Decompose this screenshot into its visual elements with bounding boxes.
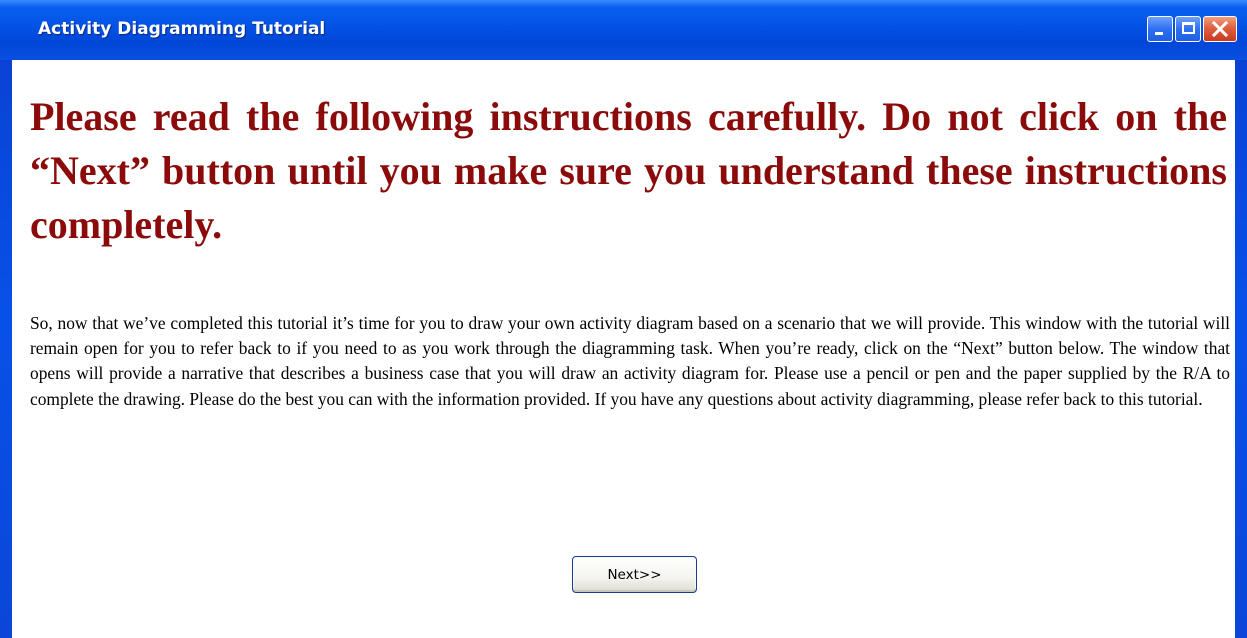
close-icon	[1211, 20, 1229, 38]
title-bar[interactable]: Activity Diagramming Tutorial	[0, 0, 1247, 60]
minimize-button[interactable]	[1147, 16, 1173, 42]
window-content: Please read the following instructions c…	[12, 60, 1235, 638]
close-button[interactable]	[1203, 16, 1237, 42]
maximize-button[interactable]	[1175, 16, 1201, 42]
window-title: Activity Diagramming Tutorial	[38, 19, 326, 39]
maximize-icon	[1182, 22, 1195, 34]
instructions-heading: Please read the following instructions c…	[30, 94, 1227, 247]
tutorial-window: Activity Diagramming Tutorial Please rea…	[0, 0, 1247, 638]
next-button[interactable]: Next>>	[572, 556, 697, 593]
minimize-icon	[1155, 32, 1163, 35]
instructions-body: So, now that we’ve completed this tutori…	[30, 313, 1230, 409]
